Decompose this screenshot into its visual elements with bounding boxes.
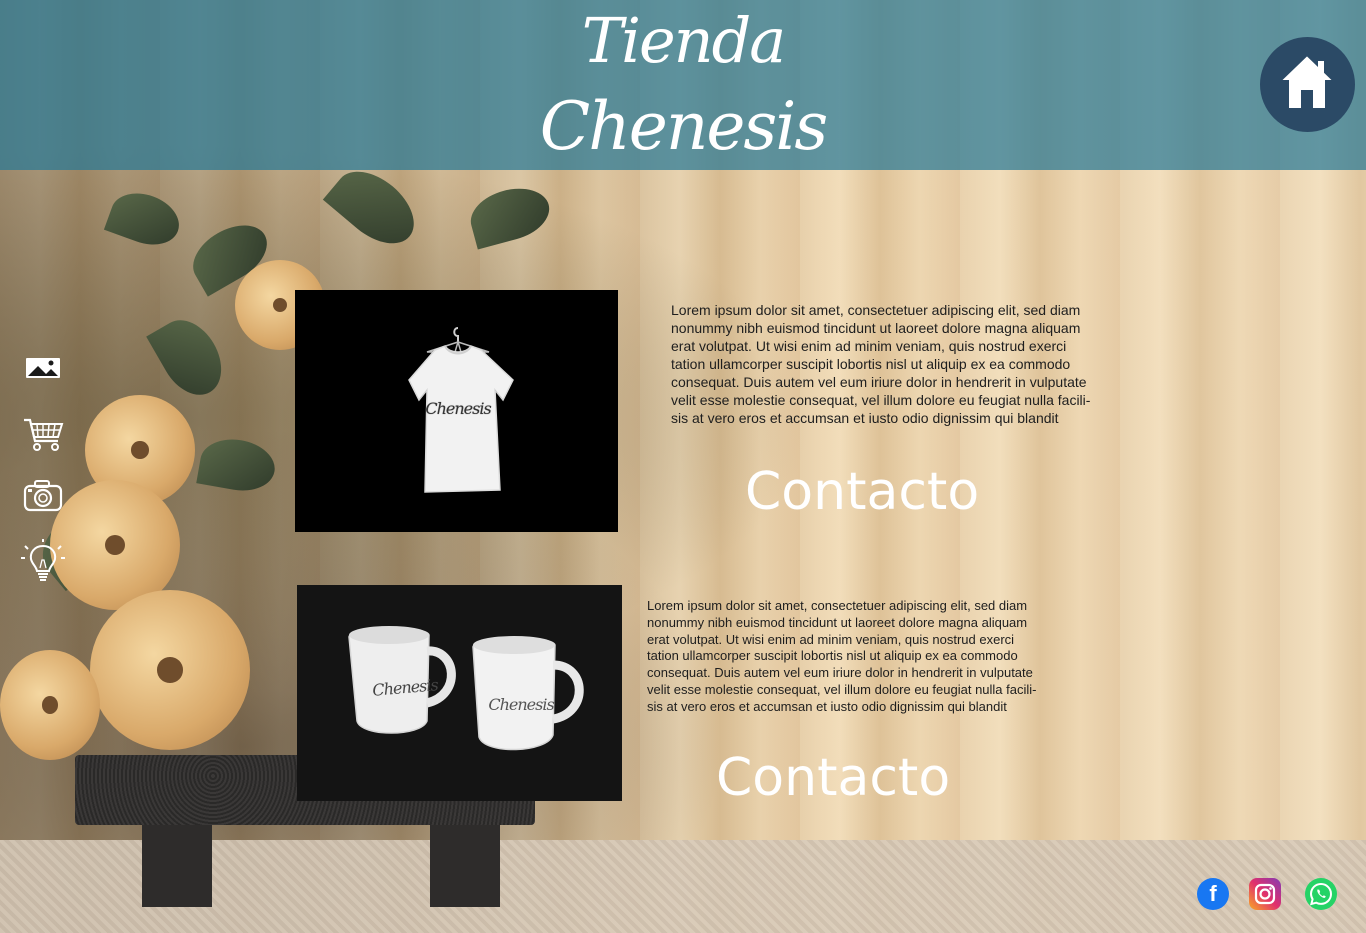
facebook-icon: f	[1209, 881, 1217, 906]
background-planter-leg	[430, 825, 500, 907]
background-disc	[90, 590, 250, 750]
home-button[interactable]	[1260, 37, 1355, 132]
product-description: Lorem ipsum dolor sit amet, consectetuer…	[647, 598, 1037, 714]
product-description: Lorem ipsum dolor sit amet, consectetuer…	[671, 302, 1091, 426]
camera-icon	[23, 480, 63, 512]
contact-link[interactable]: Contacto	[716, 748, 950, 808]
site-title-line2: Chenesis	[539, 88, 828, 165]
background-planter-leg	[142, 825, 212, 907]
cart-icon	[24, 418, 64, 451]
side-nav-ideas-button[interactable]	[20, 538, 68, 588]
whatsapp-icon	[1309, 882, 1333, 906]
background-disc	[0, 650, 100, 760]
home-icon	[1277, 53, 1337, 110]
shirt-brand-text: Chenesis	[425, 399, 491, 418]
mugs-illustration	[348, 626, 584, 751]
lightbulb-icon	[21, 539, 65, 581]
side-nav-gallery-button[interactable]	[20, 350, 68, 396]
product-image-shirt[interactable]: Chenesis	[295, 290, 618, 532]
contact-link[interactable]: Contacto	[745, 462, 979, 522]
site-title-line1: Tienda	[581, 4, 786, 77]
header-bar: Tienda Chenesis	[0, 0, 1366, 170]
whatsapp-link[interactable]	[1305, 878, 1337, 910]
mug-brand-text: Chenesis	[488, 695, 554, 714]
instagram-icon	[1254, 883, 1276, 905]
side-nav-shop-button[interactable]	[20, 414, 68, 460]
facebook-link[interactable]: f	[1197, 878, 1229, 910]
image-icon	[26, 358, 60, 378]
instagram-link[interactable]	[1249, 878, 1281, 910]
product-image-mugs[interactable]: Chenesis Chenesis	[297, 585, 622, 801]
side-nav-photos-button[interactable]	[20, 477, 68, 523]
